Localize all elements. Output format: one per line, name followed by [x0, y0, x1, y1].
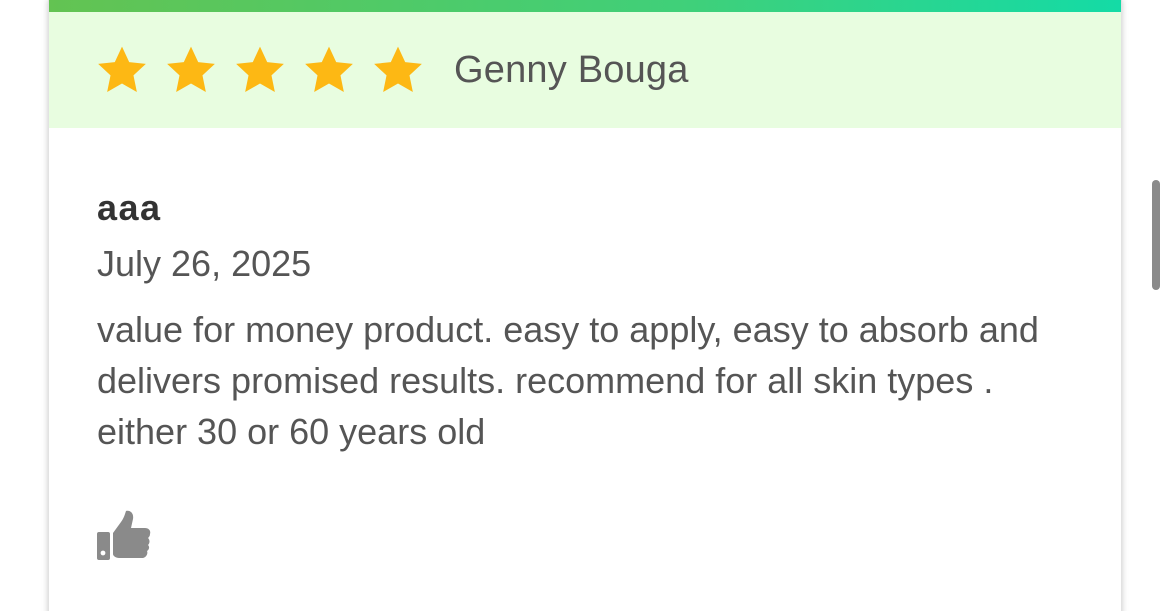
star-icon	[305, 46, 353, 93]
review-page: Genny Bouga aaa July 26, 2025 value for …	[0, 0, 1170, 611]
star-icon	[236, 46, 284, 93]
star-icon	[98, 46, 146, 93]
review-title: aaa	[97, 187, 162, 228]
star-icon	[167, 46, 215, 93]
review-header: Genny Bouga	[49, 12, 1121, 128]
star-rating	[95, 43, 440, 97]
thumbs-up-icon[interactable]	[97, 510, 151, 562]
review-date: July 26, 2025	[97, 243, 312, 284]
star-icon	[374, 46, 422, 93]
review-body: aaa July 26, 2025 value for money produc…	[97, 186, 1077, 457]
reviewer-name: Genny Bouga	[454, 48, 689, 91]
review-text: value for money product. easy to apply, …	[97, 309, 1039, 452]
scrollbar-thumb[interactable]	[1152, 180, 1160, 290]
review-card: Genny Bouga aaa July 26, 2025 value for …	[48, 0, 1122, 611]
card-top-accent-bar	[49, 0, 1121, 12]
